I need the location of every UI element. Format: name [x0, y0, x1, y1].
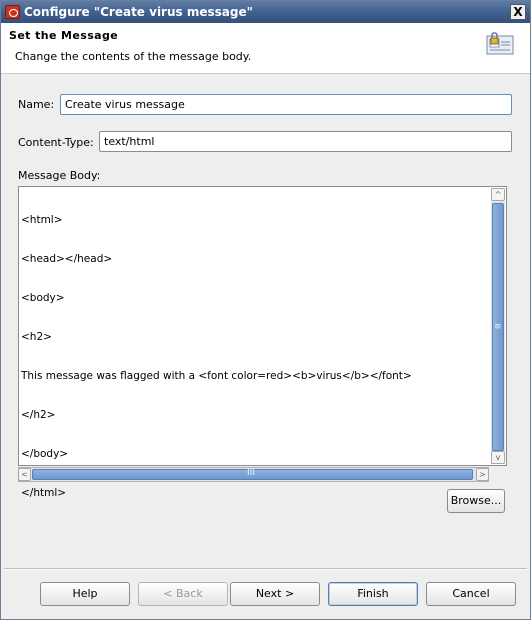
message-body-line: <h2> [21, 331, 52, 343]
message-body-line: This message was flagged with a <font co… [21, 370, 412, 382]
message-body-line: <head></head> [21, 253, 113, 265]
finish-button[interactable]: Finish [328, 582, 418, 606]
page-title: Set the Message [9, 29, 119, 42]
grip-icon: III [247, 468, 255, 478]
footer-divider [4, 568, 527, 570]
name-label: Name: [18, 98, 55, 111]
message-body-line: <html> [21, 214, 63, 226]
oracle-logo-icon [5, 5, 20, 19]
header-banner: Set the Message Change the contents of t… [1, 23, 530, 74]
message-body-line: <body> [21, 292, 65, 304]
vertical-scrollbar[interactable]: ^ ≡ v [491, 188, 505, 464]
scroll-left-icon[interactable]: < [18, 468, 31, 481]
cancel-button[interactable]: Cancel [426, 582, 516, 606]
message-body-label: Message Body: [18, 169, 101, 182]
content-type-field[interactable]: text/html [99, 131, 512, 152]
vertical-scroll-thumb[interactable]: ≡ [492, 203, 504, 451]
message-body-textarea[interactable]: <html> <head></head> <body> <h2> This me… [18, 186, 507, 499]
scroll-down-icon[interactable]: v [491, 451, 505, 464]
configure-dialog: Configure "Create virus message" X Set t… [0, 0, 531, 620]
close-icon[interactable]: X [510, 4, 526, 20]
horizontal-scroll-thumb[interactable]: III [32, 468, 473, 480]
title-bar[interactable]: Configure "Create virus message" X [1, 1, 530, 23]
scroll-up-icon[interactable]: ^ [491, 188, 505, 201]
horizontal-scrollbar[interactable]: < III > [18, 467, 489, 482]
message-config-icon [486, 32, 514, 55]
page-subtitle: Change the contents of the message body. [15, 50, 252, 63]
name-field[interactable]: Create virus message [60, 94, 512, 115]
back-button[interactable]: < Back [138, 582, 228, 606]
window-title: Configure "Create virus message" [24, 5, 253, 19]
scroll-right-icon[interactable]: > [476, 468, 489, 481]
help-button[interactable]: Help [40, 582, 130, 606]
browse-button[interactable]: Browse... [447, 489, 505, 513]
content-type-label: Content-Type: [18, 136, 94, 149]
grip-icon: ≡ [494, 322, 502, 332]
message-body-line: </h2> [21, 409, 56, 421]
next-button[interactable]: Next > [230, 582, 320, 606]
message-body-line: </html> [21, 487, 67, 499]
message-body-line: </body> [21, 448, 69, 460]
